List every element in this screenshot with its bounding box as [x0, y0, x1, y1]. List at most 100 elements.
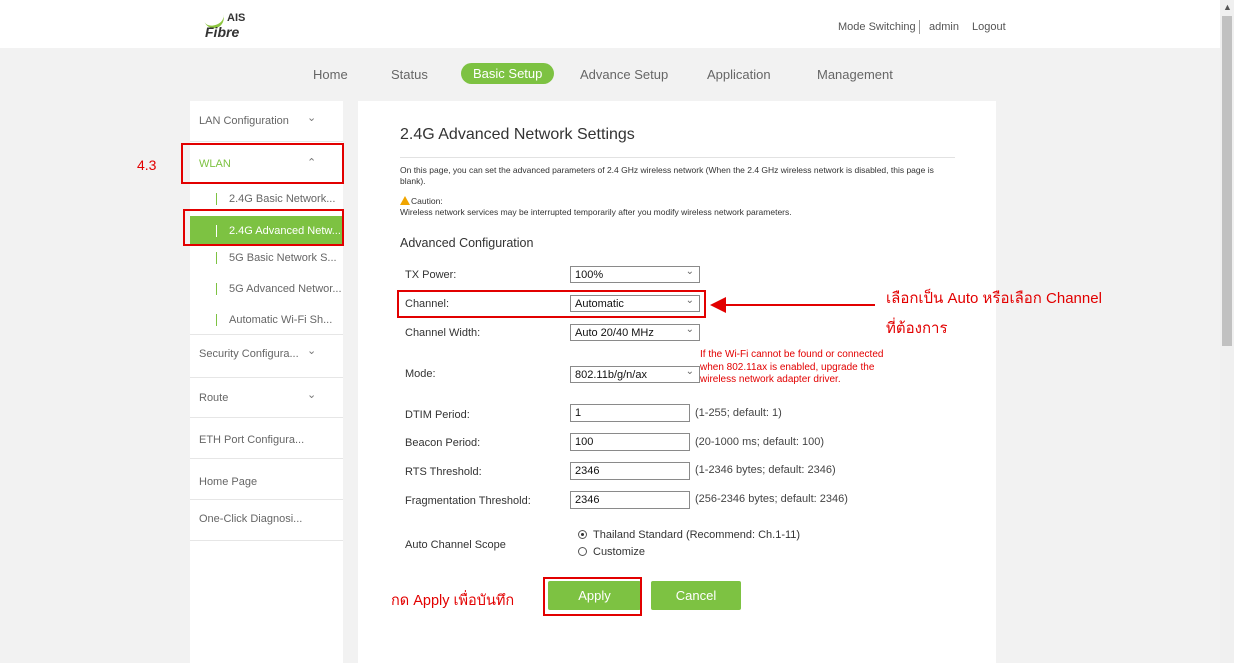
channel-width-value: Auto 20/40 MHz	[575, 327, 654, 339]
nav-management[interactable]: Management	[817, 67, 893, 82]
sidebar-subitem-label: 5G Advanced Networ...	[229, 283, 342, 295]
tx-power-value: 100%	[575, 269, 604, 281]
rts-label: RTS Threshold:	[405, 466, 482, 478]
nav-status[interactable]: Status	[391, 67, 428, 82]
cancel-button[interactable]: Cancel	[651, 581, 741, 610]
red-arrow-line	[725, 304, 875, 306]
nav-basic-setup[interactable]: Basic Setup	[461, 63, 555, 84]
logout-link[interactable]: Logout	[972, 21, 1006, 33]
sidebar: LAN Configuration ⌄ WLAN ⌃ 2.4G Basic Ne…	[190, 101, 343, 663]
rts-hint: (1-2346 bytes; default: 2346)	[695, 464, 836, 476]
sidebar-subitem-label: 5G Basic Network S...	[229, 252, 337, 264]
logo-top-text: AIS	[227, 12, 246, 24]
sidebar-item-label: Home Page	[199, 476, 258, 488]
section-title: Advanced Configuration	[400, 236, 534, 250]
sidebar-item-lan-configuration[interactable]: LAN Configuration ⌄	[190, 101, 343, 142]
channel-instruction-line1: เลือกเป็น Auto หรือเลือก Channel	[886, 290, 1102, 307]
logo-bottom-text: Fibre	[205, 24, 240, 40]
beacon-hint: (20-1000 ms; default: 100)	[695, 436, 825, 448]
radio-thailand-standard[interactable]: Thailand Standard (Recommend: Ch.1-11)	[578, 529, 800, 541]
warning-icon	[400, 196, 410, 205]
rts-value: 2346	[575, 465, 600, 477]
radio-customize[interactable]: Customize	[578, 546, 645, 558]
submenu-highlight-box	[183, 209, 344, 246]
mode-warning-note: If the Wi-Fi cannot be found or connecte…	[700, 349, 883, 387]
caution-label: Caution:	[411, 196, 443, 206]
ais-fibre-logo: AIS Fibre	[203, 10, 263, 40]
nav-home[interactable]: Home	[313, 67, 348, 82]
dtim-value: 1	[575, 407, 582, 419]
channel-width-select[interactable]: Auto 20/40 MHz ⌄	[570, 324, 700, 341]
red-arrow-icon	[710, 297, 726, 313]
beacon-label: Beacon Period:	[405, 437, 481, 449]
radio-option-label: Thailand Standard (Recommend: Ch.1-11)	[593, 529, 801, 541]
tx-power-label: TX Power:	[405, 269, 457, 281]
apply-highlight-box	[543, 577, 642, 616]
chevron-down-icon: ⌄	[307, 112, 317, 124]
subitem-bar	[216, 283, 217, 295]
auto-channel-scope-label: Auto Channel Scope	[405, 539, 506, 551]
subitem-bar	[216, 193, 217, 205]
mode-select[interactable]: 802.11b/g/n/ax ⌄	[570, 366, 700, 383]
sidebar-subitem-automatic-wifi[interactable]: Automatic Wi-Fi Sh...	[190, 305, 343, 335]
chevron-down-icon: ⌄	[307, 389, 317, 401]
top-bar: AIS Fibre Mode Switching admin Logout	[0, 0, 1220, 48]
sidebar-item-label: Route	[199, 392, 229, 404]
frag-hint: (256-2346 bytes; default: 2346)	[695, 493, 848, 505]
main-nav: Home Status Basic Setup Advance Setup Ap…	[0, 58, 1220, 96]
nav-advance-setup[interactable]: Advance Setup	[580, 67, 668, 82]
sidebar-subitem-5g-advanced[interactable]: 5G Advanced Networ...	[190, 274, 343, 304]
subitem-bar	[216, 314, 217, 326]
sidebar-item-home-page[interactable]: Home Page	[190, 459, 343, 500]
chevron-down-icon: ⌄	[307, 345, 317, 357]
mode-value: 802.11b/g/n/ax	[575, 369, 647, 381]
mode-note-line: If the Wi-Fi cannot be found or connecte…	[700, 349, 884, 360]
wlan-highlight-box	[181, 143, 344, 184]
frag-label: Fragmentation Threshold:	[405, 495, 531, 507]
rts-input[interactable]: 2346	[570, 462, 690, 480]
sidebar-item-eth-port[interactable]: ETH Port Configura...	[190, 418, 343, 459]
header-separator	[919, 20, 920, 34]
mode-label: Mode:	[405, 368, 436, 380]
scrollbar-thumb[interactable]	[1222, 16, 1232, 346]
scroll-up-icon[interactable]: ▲	[1223, 2, 1232, 12]
mode-note-line: wireless network adapter driver.	[700, 374, 841, 385]
title-divider	[400, 157, 955, 158]
sidebar-item-label: LAN Configuration	[199, 115, 289, 127]
sidebar-subitem-5g-basic[interactable]: 5G Basic Network S...	[190, 243, 343, 273]
radio-option-label: Customize	[593, 546, 645, 558]
tx-power-select[interactable]: 100% ⌄	[570, 266, 700, 283]
admin-user-label: admin	[929, 21, 959, 33]
mode-switching-link[interactable]: Mode Switching	[838, 21, 916, 33]
dtim-input[interactable]: 1	[570, 404, 690, 422]
beacon-value: 100	[575, 436, 594, 448]
mode-note-line: when 802.11ax is enabled, upgrade the	[700, 361, 875, 373]
radio-checked-icon	[578, 530, 587, 539]
frag-input[interactable]: 2346	[570, 491, 690, 509]
caution-line: Caution:	[400, 196, 443, 206]
dtim-hint: (1-255; default: 1)	[695, 407, 782, 419]
sidebar-item-one-click-diagnosis[interactable]: One-Click Diagnosi...	[190, 500, 343, 541]
sidebar-item-label: Security Configura...	[199, 348, 299, 360]
page-title: 2.4G Advanced Network Settings	[400, 126, 635, 143]
sidebar-item-label: ETH Port Configura...	[199, 434, 305, 446]
sidebar-item-security[interactable]: Security Configura... ⌄	[190, 334, 343, 378]
caution-text: Wireless network services may be interru…	[400, 207, 792, 217]
radio-unchecked-icon	[578, 547, 587, 556]
step-number-annotation: 4.3	[137, 157, 157, 173]
nav-application[interactable]: Application	[707, 67, 771, 82]
chevron-down-icon: ⌄	[685, 366, 694, 377]
channel-instruction-line2: ที่ต้องการ	[886, 320, 948, 337]
sidebar-item-label: One-Click Diagnosi...	[199, 513, 303, 525]
frag-value: 2346	[575, 494, 600, 506]
chevron-down-icon: ⌄	[685, 324, 694, 335]
subitem-bar	[216, 252, 217, 264]
dtim-label: DTIM Period:	[405, 409, 470, 421]
channel-width-label: Channel Width:	[405, 327, 481, 339]
beacon-input[interactable]: 100	[570, 433, 690, 451]
channel-highlight-box	[397, 290, 706, 318]
sidebar-subitem-label: 2.4G Basic Network...	[229, 193, 336, 205]
sidebar-item-route[interactable]: Route ⌄	[190, 377, 343, 418]
page-description: On this page, you can set the advanced p…	[400, 165, 934, 186]
apply-instruction: กด Apply เพื่อบันทึก	[391, 593, 515, 609]
